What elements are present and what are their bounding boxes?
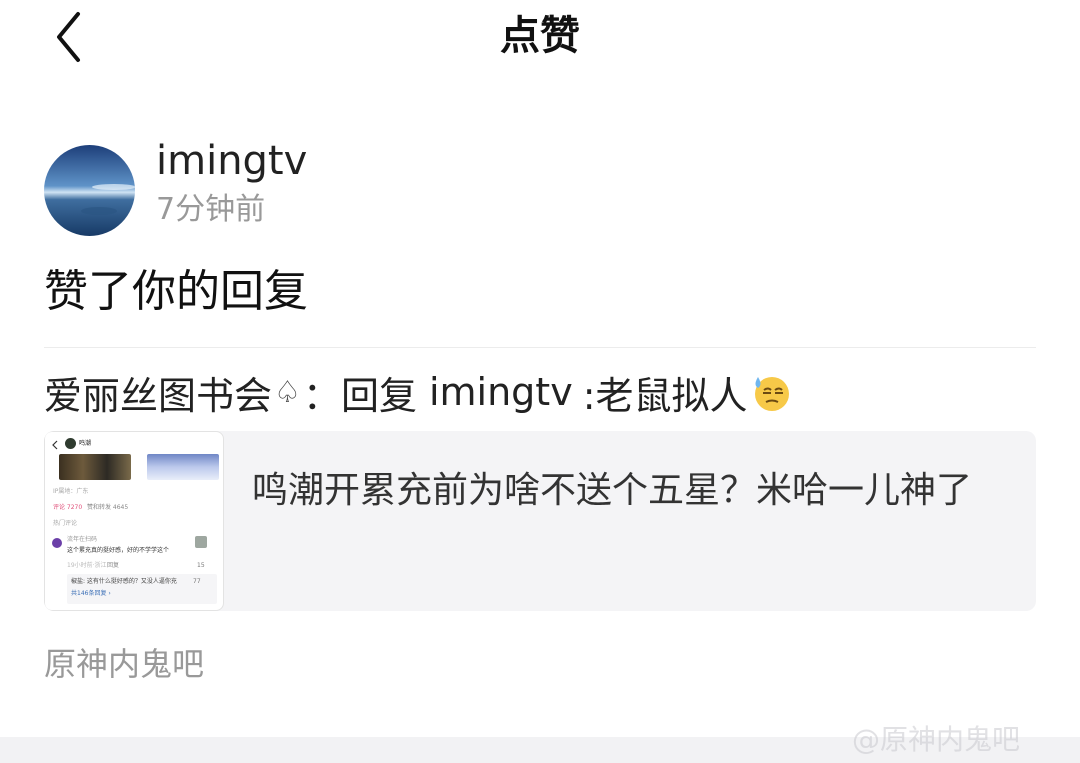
thumb-comment-user: 流年在扫码 — [67, 536, 98, 543]
reply-content: :老鼠拟人 — [582, 373, 748, 418]
thumb-comment-text: 这个累充真的挺好感，好的不学学这个 — [67, 547, 170, 554]
thumb-more-replies: 共146条回复 › — [71, 590, 111, 597]
reply-author[interactable]: 爱丽丝图书会 — [44, 365, 272, 420]
watermark: @原神内鬼吧 — [852, 723, 1021, 756]
thumb-title: 鸣潮 — [79, 440, 92, 447]
timestamp: 7分钟前 — [156, 192, 266, 227]
thumb-reply-label: 回复 — [107, 562, 120, 569]
action-text: 赞了你的回复 — [44, 266, 308, 317]
user-name[interactable]: imingtv — [156, 136, 307, 186]
post-image — [147, 454, 219, 480]
thumb-section: 热门评论 — [53, 520, 78, 527]
avatar[interactable] — [44, 145, 135, 236]
header-bar: 点赞 — [0, 0, 1080, 80]
reply-line[interactable]: 爱丽丝图书会 ♤ ： 回复 imingtv :老鼠拟人 — [44, 364, 792, 420]
thumb-reposts-tab: 赞和转发 4645 — [87, 504, 129, 511]
page-title: 点赞 — [500, 13, 580, 59]
reply-mention[interactable]: imingtv — [429, 370, 573, 414]
quoted-post-card[interactable]: 鸣潮 IP属地：广东 评论 7270 赞和转发 4645 热门评论 流年在扫码 … — [44, 431, 1036, 611]
post-image — [59, 454, 131, 480]
thumb-likes: 15 — [197, 562, 205, 569]
thumb-comments-tab: 评论 7270 — [53, 504, 83, 511]
sticker-image — [195, 536, 207, 548]
thumb-meta: IP属地：广东 — [53, 488, 89, 495]
chevron-left-icon — [52, 440, 58, 450]
post-thumbnail[interactable]: 鸣潮 IP属地：广东 评论 7270 赞和转发 4645 热门评论 流年在扫码 … — [44, 431, 224, 611]
reply-prefix: 回复 — [340, 373, 417, 418]
thumb-sub-reply: 椒盐: 这有什么挺好感的？又没人逼你充 — [71, 578, 177, 585]
divider — [44, 347, 1036, 348]
reply-separator: ： — [302, 373, 341, 418]
avatar — [52, 538, 62, 548]
avatar — [65, 438, 76, 449]
spade-icon: ♤ — [274, 374, 301, 410]
sweat-face-emoji-icon — [754, 377, 789, 411]
quoted-post-text: 鸣潮开累充前为啥不送个五星？米哈一儿神了 — [252, 470, 973, 511]
forum-name-link[interactable]: 原神内鬼吧 — [44, 642, 204, 686]
thumb-comment-time: 19小时前·浙江 — [67, 562, 107, 569]
thumb-sub-likes: 77 — [193, 578, 201, 585]
